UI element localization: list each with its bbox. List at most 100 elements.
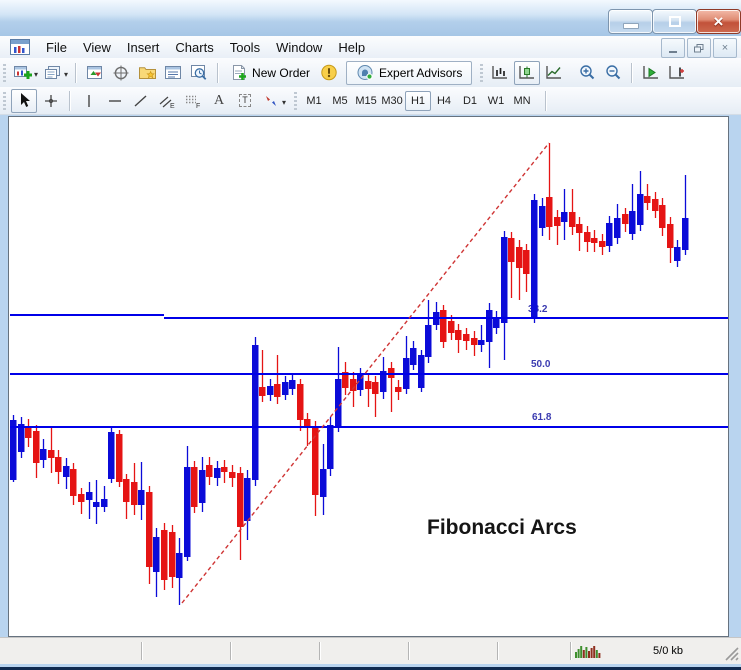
market-watch-button[interactable] <box>83 62 107 84</box>
equidistant-channel-button[interactable]: E <box>155 90 179 112</box>
status-bar: 5/0 kb <box>0 637 741 664</box>
status-divider <box>408 642 410 660</box>
navigator-button[interactable] <box>109 62 133 84</box>
child-restore-button[interactable] <box>687 38 711 58</box>
child-close-button[interactable]: × <box>713 38 737 58</box>
fibonacci-retracement-button[interactable]: F <box>181 90 205 112</box>
strategy-tester-button[interactable] <box>187 62 211 84</box>
text-tool-button[interactable]: A <box>207 90 231 112</box>
candle-body <box>40 449 47 460</box>
toolbar-grip[interactable] <box>3 91 6 110</box>
timeframe-m30[interactable]: M30 <box>379 91 405 111</box>
svg-text:F: F <box>196 103 200 109</box>
timeframe-h4[interactable]: H4 <box>431 91 457 111</box>
toolbar-separator <box>631 62 634 83</box>
maximize-button[interactable] <box>652 9 697 34</box>
timeframe-m1[interactable]: M1 <box>301 91 327 111</box>
toolbar-grip[interactable] <box>480 63 484 82</box>
chart-area[interactable]: 38.2 50.0 61.8 Fibonacci Arcs <box>8 116 729 637</box>
candle-body <box>131 482 138 505</box>
timeframe-m15[interactable]: M15 <box>353 91 379 111</box>
child-minimize-button[interactable] <box>661 38 685 58</box>
cursor-button[interactable] <box>11 88 37 113</box>
vertical-line-button[interactable] <box>77 90 101 112</box>
toolbar-separator <box>75 62 78 83</box>
menu-charts[interactable]: Charts <box>167 38 221 57</box>
bar-chart-button[interactable] <box>488 62 512 84</box>
expert-advisors-button[interactable]: Expert Advisors <box>346 60 473 85</box>
menu-tools[interactable]: Tools <box>222 38 268 57</box>
candle-body <box>93 502 100 507</box>
candle-body <box>569 212 576 227</box>
navigator-icon <box>113 65 129 80</box>
timeframe-h1[interactable]: H1 <box>405 90 432 111</box>
candle-body <box>531 200 538 318</box>
toolbar-separator <box>545 90 548 111</box>
new-chart-dropdown[interactable]: ▾ <box>34 70 38 79</box>
zoom-out-button[interactable] <box>601 62 625 84</box>
candle-body <box>584 232 591 242</box>
timeframe-w1[interactable]: W1 <box>483 91 509 111</box>
terminal-button[interactable] <box>161 62 185 84</box>
crosshair-button[interactable] <box>39 90 63 112</box>
menu-file[interactable]: File <box>38 38 75 57</box>
candle-body <box>455 330 462 340</box>
toolbar-grip[interactable] <box>3 63 6 82</box>
zoom-in-button[interactable] <box>575 62 599 84</box>
menu-view[interactable]: View <box>75 38 119 57</box>
chart-shift-button[interactable] <box>665 62 689 84</box>
new-order-button[interactable]: New Order <box>224 62 316 84</box>
zoom-in-icon <box>580 65 595 80</box>
candle-body <box>138 490 145 505</box>
child-minimize-icon <box>669 50 677 53</box>
candle-body <box>169 532 176 577</box>
toolbar-grip[interactable] <box>294 91 298 110</box>
chart-annotation[interactable]: Fibonacci Arcs <box>427 516 577 540</box>
candlestick-chart-button[interactable] <box>514 60 541 85</box>
chart-window-icon[interactable] <box>10 39 30 55</box>
new-chart-button[interactable] <box>11 62 35 84</box>
line-chart-button[interactable] <box>542 62 566 84</box>
candle-body <box>63 466 70 477</box>
timeframe-m5[interactable]: M5 <box>327 91 353 111</box>
candle-body <box>108 432 115 479</box>
toolbar-separator <box>69 90 71 111</box>
arrows-dropdown[interactable]: ▾ <box>282 98 286 107</box>
resize-grip-icon[interactable] <box>723 645 739 661</box>
candlestick-chart[interactable]: 38.2 50.0 61.8 <box>9 117 728 636</box>
horizontal-line-button[interactable] <box>103 90 127 112</box>
terminal-icon <box>165 65 182 79</box>
menu-window[interactable]: Window <box>268 38 330 57</box>
text-label-button[interactable]: T <box>233 90 257 112</box>
svg-text:E: E <box>170 103 175 109</box>
candle-body <box>214 468 221 478</box>
profiles-dropdown[interactable]: ▾ <box>64 70 68 79</box>
line-chart-icon <box>546 66 562 79</box>
text-label-icon: T <box>239 94 251 107</box>
candle-body <box>312 427 319 495</box>
profiles-button[interactable] <box>41 62 65 84</box>
candle-body <box>614 218 621 238</box>
arrows-button[interactable] <box>259 90 283 112</box>
candle-body <box>267 386 274 395</box>
candle-body <box>335 379 342 426</box>
candle-body <box>478 340 485 345</box>
timeframe-mn[interactable]: MN <box>509 91 535 111</box>
minimize-button[interactable] <box>608 9 653 34</box>
alert-button[interactable] <box>317 62 341 84</box>
candle-body <box>395 387 402 392</box>
data-folder-icon <box>138 66 156 79</box>
menu-help[interactable]: Help <box>330 38 373 57</box>
vertical-line-icon <box>88 94 90 107</box>
candle-body <box>516 247 523 268</box>
candle-body <box>146 492 153 567</box>
close-button[interactable]: × <box>696 9 741 34</box>
trendline-button[interactable] <box>129 90 153 112</box>
charts-toolbar: E F A T ▾ M1 M5 M15 M30 H1 H4 D1 W1 MN <box>0 87 741 115</box>
menu-insert[interactable]: Insert <box>119 38 168 57</box>
text-icon: A <box>213 92 225 108</box>
data-folder-button[interactable] <box>135 62 159 84</box>
standard-toolbar: ▾ ▾ New Order Expert Advisors <box>0 58 741 88</box>
auto-scroll-button[interactable] <box>639 62 663 84</box>
timeframe-d1[interactable]: D1 <box>457 91 483 111</box>
